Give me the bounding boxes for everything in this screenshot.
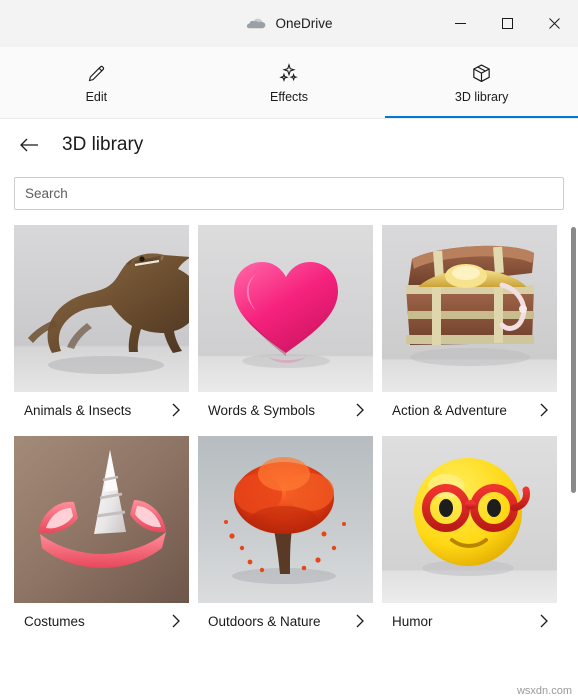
card-footer: Outdoors & Nature xyxy=(198,603,373,639)
category-card-words-symbols[interactable]: Words & Symbols xyxy=(198,225,373,428)
card-footer: Costumes xyxy=(14,603,189,639)
category-card-humor[interactable]: Humor xyxy=(382,436,557,639)
library-grid-area: Animals & Insects Words & Symbols Action… xyxy=(0,225,578,695)
chevron-right-icon[interactable] xyxy=(171,613,181,629)
card-footer: Animals & Insects xyxy=(14,392,189,428)
card-label: Animals & Insects xyxy=(24,402,132,418)
thumbnail-treasure-chest xyxy=(382,225,557,392)
card-label: Words & Symbols xyxy=(208,402,316,418)
tab-edit[interactable]: Edit xyxy=(0,47,193,118)
card-footer: Humor xyxy=(382,603,557,639)
thumbnail-autumn-tree xyxy=(198,436,373,603)
card-footer: Action & Adventure xyxy=(382,392,557,428)
cube-icon xyxy=(470,61,493,85)
thumbnail-emoji-glasses xyxy=(382,436,557,603)
maximize-button[interactable] xyxy=(484,0,531,46)
thumbnail-dinosaur xyxy=(14,225,189,392)
pencil-icon xyxy=(86,61,107,85)
thumbnail-heart xyxy=(198,225,373,392)
scrollbar-thumb[interactable] xyxy=(571,227,576,493)
card-label: Action & Adventure xyxy=(392,402,507,418)
watermark: wsxdn.com xyxy=(516,685,572,697)
page-title: 3D library xyxy=(62,134,144,155)
search-area xyxy=(0,171,578,210)
category-card-outdoors-nature[interactable]: Outdoors & Nature xyxy=(198,436,373,639)
page-header: 3D library xyxy=(0,119,578,171)
chevron-right-icon[interactable] xyxy=(539,613,549,629)
thumbnail-unicorn-horn xyxy=(14,436,189,603)
window-title: OneDrive xyxy=(275,15,333,31)
tab-edit-label: Edit xyxy=(85,90,108,104)
sparkles-icon xyxy=(278,61,300,85)
category-card-animals-insects[interactable]: Animals & Insects xyxy=(14,225,189,428)
card-label: Outdoors & Nature xyxy=(208,613,321,629)
card-label: Costumes xyxy=(24,613,85,629)
search-input[interactable] xyxy=(14,177,564,210)
vertical-scrollbar[interactable] xyxy=(571,225,576,695)
tab-effects[interactable]: Effects xyxy=(193,47,386,118)
chevron-right-icon[interactable] xyxy=(355,613,365,629)
chevron-right-icon[interactable] xyxy=(355,402,365,418)
tab-bar: Edit Effects 3D library xyxy=(0,47,578,119)
tab-3d-library[interactable]: 3D library xyxy=(385,47,578,118)
window-controls xyxy=(437,0,578,46)
tab-effects-label: Effects xyxy=(270,90,308,104)
card-label: Humor xyxy=(392,613,433,629)
minimize-button[interactable] xyxy=(437,0,484,46)
chevron-right-icon[interactable] xyxy=(539,402,549,418)
card-footer: Words & Symbols xyxy=(198,392,373,428)
tab-3d-library-label: 3D library xyxy=(454,90,509,104)
cloud-icon xyxy=(245,16,267,30)
title-bar: OneDrive xyxy=(0,0,578,47)
close-button[interactable] xyxy=(531,0,578,46)
back-arrow-icon[interactable] xyxy=(14,130,44,160)
chevron-right-icon[interactable] xyxy=(171,402,181,418)
category-card-costumes[interactable]: Costumes xyxy=(14,436,189,639)
category-card-action-adventure[interactable]: Action & Adventure xyxy=(382,225,557,428)
library-grid: Animals & Insects Words & Symbols Action… xyxy=(0,225,578,639)
